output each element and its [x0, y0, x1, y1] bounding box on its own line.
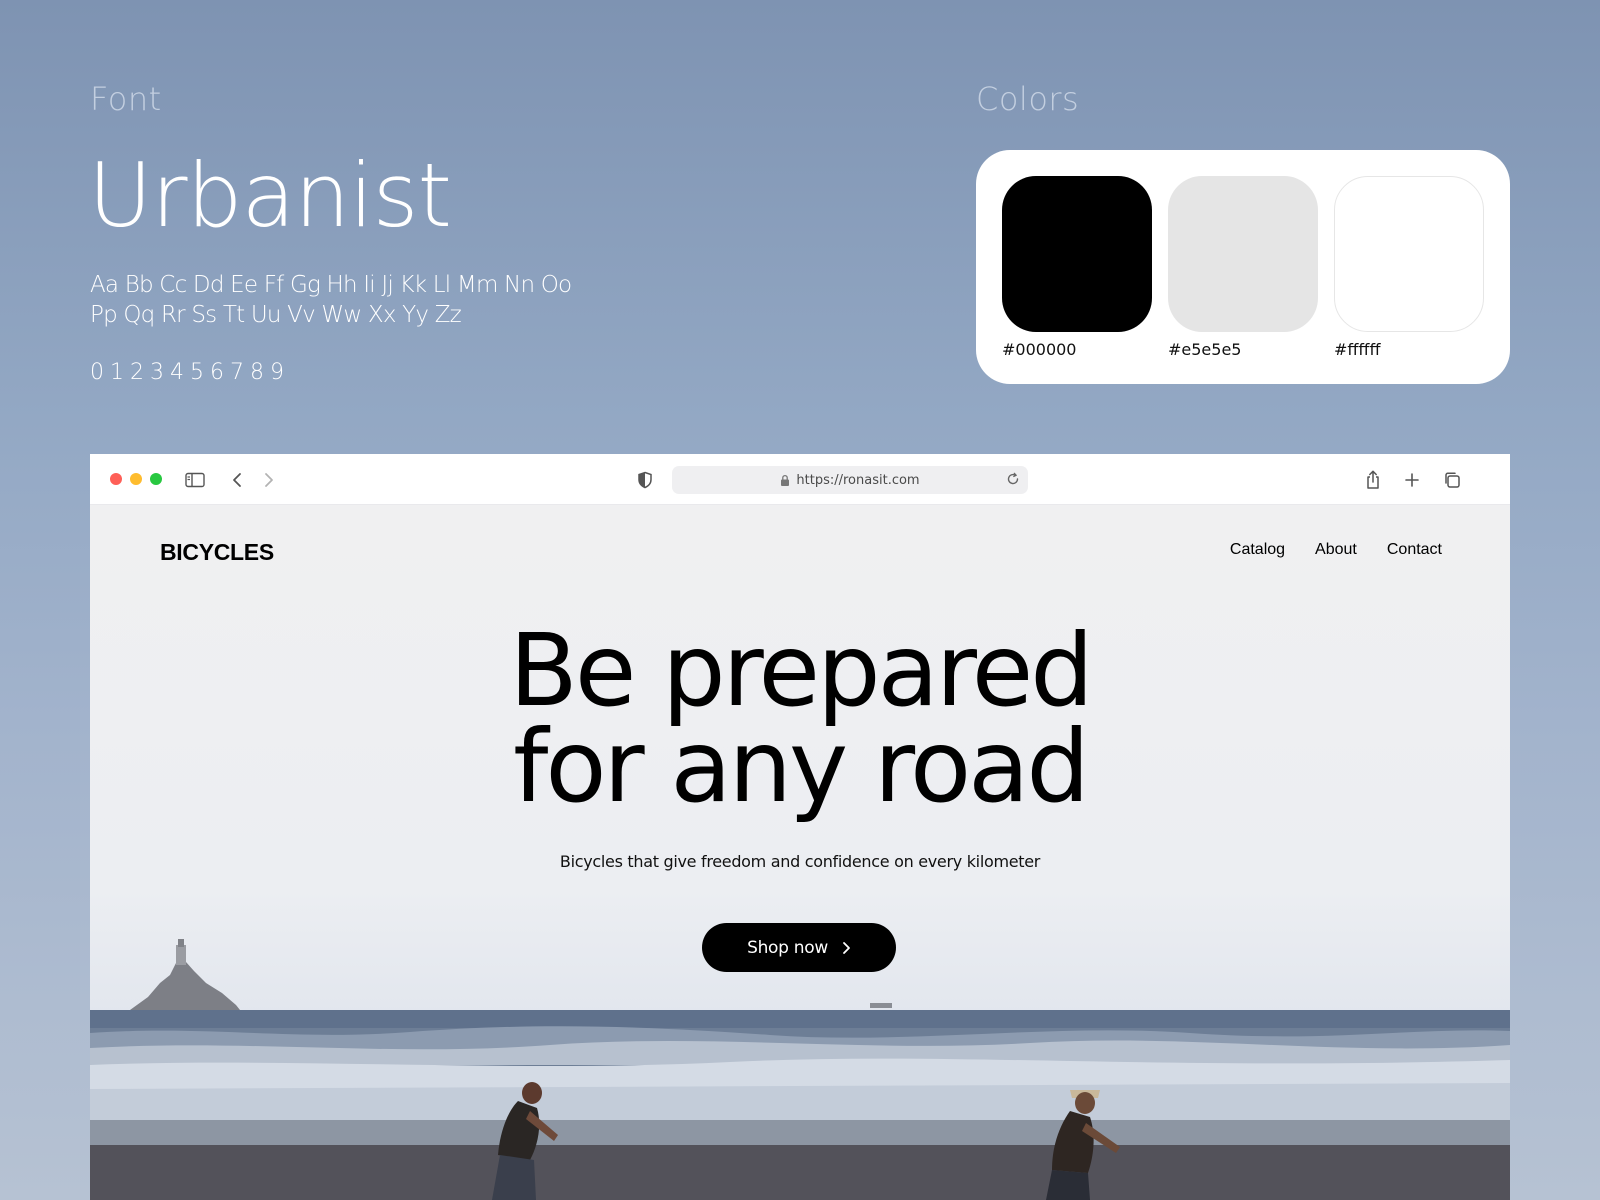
swatch-gray-code: #e5e5e5	[1168, 340, 1242, 359]
alphabet-specimen: Aa Bb Cc Dd Ee Ff Gg Hh Ii Jj Kk Ll Mm N…	[90, 270, 590, 330]
share-icon[interactable]	[1362, 469, 1384, 491]
shop-now-button[interactable]: Shop now	[702, 923, 896, 972]
chevron-right-icon	[843, 941, 850, 954]
url-text: https://ronasit.com	[796, 472, 920, 488]
font-name: Urbanist	[88, 144, 452, 247]
shop-now-label: Shop now	[747, 937, 828, 958]
alphabet-line-2: Pp Qq Rr Ss Tt Uu Vv Ww Xx Yy Zz	[90, 302, 462, 328]
reload-icon[interactable]	[1006, 472, 1020, 486]
forward-icon[interactable]	[258, 469, 280, 491]
alphabet-line-1: Aa Bb Cc Dd Ee Ff Gg Hh Ii Jj Kk Ll Mm N…	[90, 272, 572, 298]
swatch-gray: #e5e5e5	[1168, 176, 1318, 384]
close-window-button[interactable]	[110, 473, 122, 485]
hero-section: BICYCLES Catalog About Contact Be prepar…	[90, 505, 1510, 1200]
lock-icon	[781, 474, 790, 486]
site-logo[interactable]: BICYCLES	[160, 539, 274, 566]
new-tab-icon[interactable]	[1401, 469, 1423, 491]
sidebar-toggle-icon[interactable]	[184, 469, 206, 491]
digits-specimen: 0123456789	[90, 360, 290, 385]
swatch-white-code: #ffffff	[1334, 340, 1381, 359]
address-bar[interactable]: https://ronasit.com	[672, 466, 1028, 494]
swatch-white-chip	[1334, 176, 1484, 332]
minimize-window-button[interactable]	[130, 473, 142, 485]
hero-subtitle: Bicycles that give freedom and confidenc…	[559, 852, 1041, 871]
swatch-black-chip	[1002, 176, 1152, 332]
swatch-white: #ffffff	[1334, 176, 1484, 384]
browser-toolbar: https://ronasit.com	[90, 454, 1510, 505]
nav-about-link[interactable]: About	[1315, 541, 1357, 559]
zoom-window-button[interactable]	[150, 473, 162, 485]
back-icon[interactable]	[226, 469, 248, 491]
browser-window: https://ronasit.com BICYCLES Catalog Abo…	[90, 454, 1510, 1200]
hero-headline-line-1: Be prepared	[509, 612, 1094, 729]
swatch-black: #000000	[1002, 176, 1152, 384]
nav-contact-link[interactable]: Contact	[1387, 541, 1442, 559]
nav-catalog-link[interactable]: Catalog	[1230, 541, 1285, 559]
tab-overview-icon[interactable]	[1441, 469, 1463, 491]
hero-headline: Be prepared for any road	[90, 612, 1510, 825]
hero-headline-line-2: for any road	[513, 708, 1090, 825]
privacy-shield-icon[interactable]	[634, 469, 656, 491]
font-section-label: Font	[90, 80, 162, 118]
site-nav: Catalog About Contact	[1230, 541, 1442, 559]
swatch-black-code: #000000	[1002, 340, 1077, 359]
swatch-gray-chip	[1168, 176, 1318, 332]
color-palette-card: #000000 #e5e5e5 #ffffff	[976, 150, 1510, 384]
colors-section-label: Colors	[976, 80, 1080, 118]
